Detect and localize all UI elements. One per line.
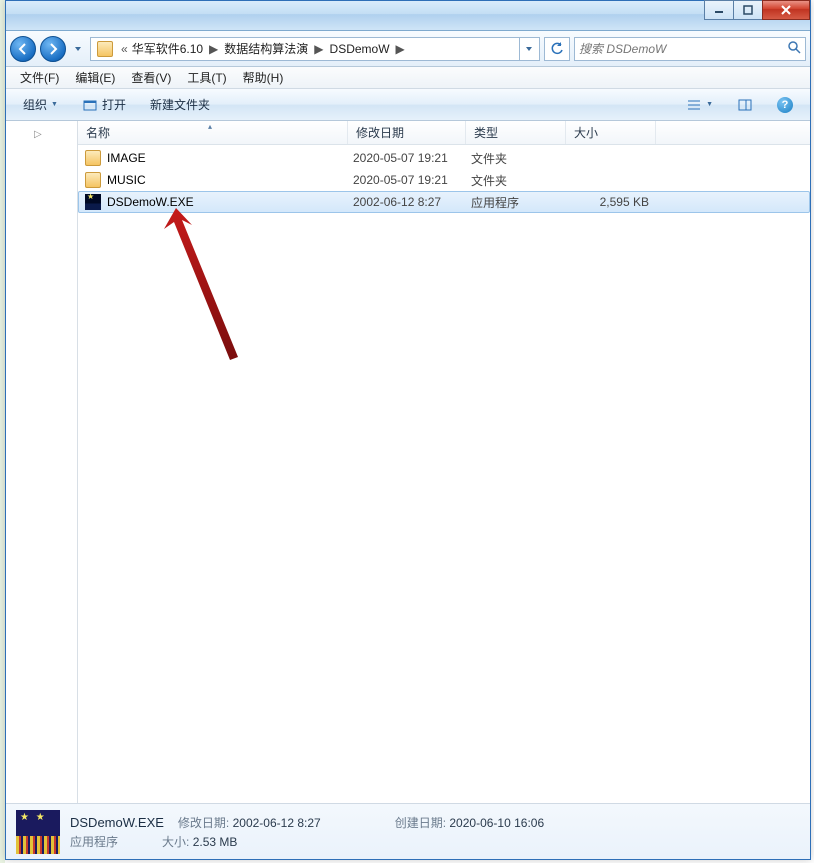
close-button[interactable] bbox=[762, 0, 810, 20]
file-type: 文件夹 bbox=[471, 172, 571, 189]
column-size[interactable]: 大小 bbox=[566, 121, 656, 144]
open-label: 打开 bbox=[102, 96, 126, 113]
breadcrumb-item[interactable]: 华军软件6.10 bbox=[128, 40, 207, 57]
menu-file[interactable]: 文件(F) bbox=[12, 67, 67, 88]
column-name-label: 名称 bbox=[86, 124, 110, 141]
search-icon[interactable] bbox=[787, 40, 801, 57]
menu-view[interactable]: 查看(V) bbox=[123, 67, 179, 88]
file-date: 2020-05-07 19:21 bbox=[353, 173, 471, 187]
chevron-right-icon: ▶ bbox=[394, 42, 407, 56]
open-icon bbox=[82, 97, 98, 113]
column-headers: 名称 ▴ 修改日期 类型 大小 bbox=[78, 121, 810, 145]
maximize-button[interactable] bbox=[733, 0, 763, 20]
file-list[interactable]: IMAGE 2020-05-07 19:21 文件夹 MUSIC 2020-05… bbox=[78, 145, 810, 803]
details-create-label: 创建日期: bbox=[395, 816, 446, 830]
details-type: 应用程序 bbox=[70, 833, 118, 850]
search-box[interactable] bbox=[574, 37, 806, 61]
folder-icon bbox=[85, 172, 101, 188]
sort-indicator-icon: ▴ bbox=[208, 122, 212, 131]
organize-label: 组织 bbox=[23, 96, 47, 113]
toolbar: 组织 ▼ 打开 新建文件夹 ▼ ? bbox=[6, 89, 810, 121]
file-list-pane: 名称 ▴ 修改日期 类型 大小 IMAGE 2020-05-07 19:21 文… bbox=[78, 121, 810, 803]
folder-icon bbox=[97, 41, 113, 57]
details-info: DSDemoW.EXE 修改日期: 2002-06-12 8:27 创建日期: … bbox=[70, 814, 544, 850]
history-dropdown[interactable] bbox=[70, 36, 86, 62]
details-pane: DSDemoW.EXE 修改日期: 2002-06-12 8:27 创建日期: … bbox=[6, 803, 810, 859]
preview-pane-button[interactable] bbox=[728, 93, 762, 117]
help-button[interactable]: ? bbox=[768, 93, 802, 117]
menu-tools[interactable]: 工具(T) bbox=[179, 67, 234, 88]
navigation-bar: « 华军软件6.10 ▶ 数据结构算法演 ▶ DSDemoW ▶ bbox=[6, 31, 810, 67]
details-filename: DSDemoW.EXE bbox=[70, 815, 164, 830]
forward-button[interactable] bbox=[40, 36, 66, 62]
back-button[interactable] bbox=[10, 36, 36, 62]
file-type: 应用程序 bbox=[471, 194, 571, 211]
help-icon: ? bbox=[777, 97, 793, 113]
table-row[interactable]: MUSIC 2020-05-07 19:21 文件夹 bbox=[78, 169, 810, 191]
titlebar[interactable] bbox=[6, 1, 810, 31]
annotation-arrow bbox=[160, 205, 300, 375]
breadcrumb-dropdown[interactable] bbox=[519, 38, 537, 60]
file-date: 2020-05-07 19:21 bbox=[353, 151, 471, 165]
breadcrumb[interactable]: « 华军软件6.10 ▶ 数据结构算法演 ▶ DSDemoW ▶ bbox=[90, 37, 540, 61]
breadcrumb-item[interactable]: DSDemoW bbox=[326, 42, 394, 56]
breadcrumb-lead: « bbox=[117, 42, 128, 56]
details-size-label: 大小: bbox=[162, 835, 189, 849]
details-create-value: 2020-06-10 16:06 bbox=[449, 816, 544, 830]
details-mod-label: 修改日期: bbox=[178, 816, 229, 830]
refresh-button[interactable] bbox=[544, 37, 570, 61]
menubar: 文件(F) 编辑(E) 查看(V) 工具(T) 帮助(H) bbox=[6, 67, 810, 89]
column-type[interactable]: 类型 bbox=[466, 121, 566, 144]
file-name: DSDemoW.EXE bbox=[107, 195, 353, 209]
navigation-tree[interactable]: ▷ bbox=[6, 121, 78, 803]
application-icon bbox=[85, 194, 101, 210]
column-name[interactable]: 名称 bbox=[78, 121, 348, 144]
view-options-button[interactable]: ▼ bbox=[677, 93, 722, 117]
chevron-down-icon: ▼ bbox=[51, 101, 58, 108]
open-button[interactable]: 打开 bbox=[73, 92, 135, 117]
view-icon bbox=[686, 97, 702, 113]
column-type-label: 类型 bbox=[474, 124, 498, 141]
preview-icon bbox=[737, 97, 753, 113]
details-size-value: 2.53 MB bbox=[193, 835, 238, 849]
column-date-label: 修改日期 bbox=[356, 124, 404, 141]
file-size: 2,595 KB bbox=[571, 195, 661, 209]
new-folder-label: 新建文件夹 bbox=[150, 96, 210, 113]
column-date[interactable]: 修改日期 bbox=[348, 121, 466, 144]
chevron-down-icon: ▼ bbox=[706, 101, 713, 108]
column-size-label: 大小 bbox=[574, 124, 598, 141]
window-controls bbox=[705, 0, 810, 20]
details-mod-value: 2002-06-12 8:27 bbox=[233, 816, 321, 830]
organize-button[interactable]: 组织 ▼ bbox=[14, 92, 67, 117]
main-area: ▷ 名称 ▴ 修改日期 类型 大小 IMAGE 2020-05-07 19:21… bbox=[6, 121, 810, 803]
file-date: 2002-06-12 8:27 bbox=[353, 195, 471, 209]
breadcrumb-item[interactable]: 数据结构算法演 bbox=[220, 40, 312, 57]
chevron-right-icon: ▶ bbox=[207, 42, 220, 56]
file-type: 文件夹 bbox=[471, 150, 571, 167]
menu-edit[interactable]: 编辑(E) bbox=[67, 67, 123, 88]
new-folder-button[interactable]: 新建文件夹 bbox=[141, 92, 219, 117]
folder-icon bbox=[85, 150, 101, 166]
search-input[interactable] bbox=[579, 42, 787, 56]
table-row[interactable]: DSDemoW.EXE 2002-06-12 8:27 应用程序 2,595 K… bbox=[78, 191, 810, 213]
chevron-right-icon: ▶ bbox=[312, 42, 325, 56]
file-thumbnail bbox=[16, 810, 60, 854]
file-name: MUSIC bbox=[107, 173, 353, 187]
tree-expand-icon[interactable]: ▷ bbox=[34, 129, 42, 140]
menu-help[interactable]: 帮助(H) bbox=[235, 67, 292, 88]
explorer-window: « 华军软件6.10 ▶ 数据结构算法演 ▶ DSDemoW ▶ 文件(F) 编… bbox=[5, 0, 811, 860]
file-name: IMAGE bbox=[107, 151, 353, 165]
minimize-button[interactable] bbox=[704, 0, 734, 20]
table-row[interactable]: IMAGE 2020-05-07 19:21 文件夹 bbox=[78, 147, 810, 169]
